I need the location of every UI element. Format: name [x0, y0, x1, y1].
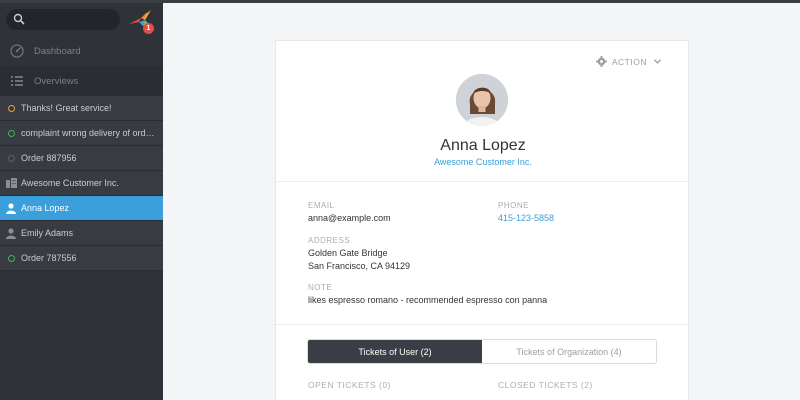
user-icon: [4, 201, 18, 215]
task-label: Order 887956: [21, 153, 77, 163]
note-value[interactable]: likes espresso romano - recommended espr…: [308, 295, 547, 305]
task-item[interactable]: Awesome Customer Inc.: [0, 171, 163, 196]
action-label: ACTION: [611, 56, 647, 67]
email-label: EMAIL: [308, 201, 335, 210]
task-item-active[interactable]: Anna Lopez: [0, 196, 163, 221]
avatar-photo: [456, 74, 508, 126]
note-label: NOTE: [308, 283, 333, 292]
gear-icon: [595, 56, 607, 67]
ticket-dot-green-icon: [4, 251, 18, 265]
chevron-down-icon: [653, 59, 662, 64]
dashboard-icon: [10, 44, 24, 58]
nav-item-overviews[interactable]: Overviews: [0, 66, 163, 96]
task-label: Order 787556: [21, 253, 77, 263]
ticket-dot-closed-icon: [4, 151, 18, 165]
task-item[interactable]: Order 887956: [0, 146, 163, 171]
address-line-1[interactable]: Golden Gate Bridge: [308, 248, 388, 258]
task-item[interactable]: Order 787556: [0, 246, 163, 271]
task-item[interactable]: Thanks! Great service!: [0, 96, 163, 121]
task-item[interactable]: Emily Adams: [0, 221, 163, 246]
open-tickets-heading: OPEN TICKETS (0): [308, 380, 391, 390]
phone-label: PHONE: [498, 201, 529, 210]
closed-tickets-heading: CLOSED TICKETS (2): [498, 380, 593, 390]
ticket-dot-green-icon: [4, 126, 18, 140]
user-icon: [4, 226, 18, 240]
user-name: Anna Lopez: [440, 137, 526, 154]
tab-tickets-of-organization[interactable]: Tickets of Organization (4): [482, 340, 656, 363]
task-label: Awesome Customer Inc.: [21, 178, 119, 188]
search-icon: [13, 13, 25, 25]
action-menu-button[interactable]: ACTION: [595, 56, 662, 67]
address-label: ADDRESS: [308, 236, 351, 245]
user-profile-card: ACTION Anna Lopez Awesome Customer Inc. …: [275, 40, 690, 400]
task-item[interactable]: complaint wrong delivery of ord…: [0, 121, 163, 146]
tab-tickets-of-user[interactable]: Tickets of User (2): [308, 340, 482, 363]
organization-icon: [4, 176, 18, 190]
nav-item-label: Overviews: [34, 75, 79, 87]
search-input[interactable]: [6, 9, 120, 30]
task-label: complaint wrong delivery of ord…: [21, 128, 155, 138]
sidebar-search-row: 1: [0, 3, 163, 37]
email-value[interactable]: anna@example.com: [308, 213, 391, 223]
task-label: Emily Adams: [21, 228, 74, 238]
divider: [276, 181, 690, 182]
task-label: Anna Lopez: [21, 203, 70, 213]
open-tasks-list: Thanks! Great service! complaint wrong d…: [0, 96, 163, 271]
avatar[interactable]: [456, 74, 508, 126]
ticket-tabs: Tickets of User (2) Tickets of Organizat…: [307, 339, 657, 364]
sidebar: 1 Dashboard Overviews Thanks! Great serv…: [0, 0, 163, 400]
ticket-dot-open-icon: [4, 101, 18, 115]
address-line-2[interactable]: San Francisco, CA 94129: [308, 261, 410, 271]
nav-item-dashboard[interactable]: Dashboard: [0, 36, 163, 66]
divider: [276, 324, 690, 325]
task-label: Thanks! Great service!: [21, 103, 112, 113]
nav-item-label: Dashboard: [34, 45, 81, 57]
organization-link[interactable]: Awesome Customer Inc.: [276, 157, 690, 167]
list-icon: [11, 76, 23, 86]
phone-link[interactable]: 415-123-5858: [498, 213, 554, 223]
window-top-border: [0, 0, 800, 3]
notification-badge[interactable]: 1: [143, 23, 154, 34]
